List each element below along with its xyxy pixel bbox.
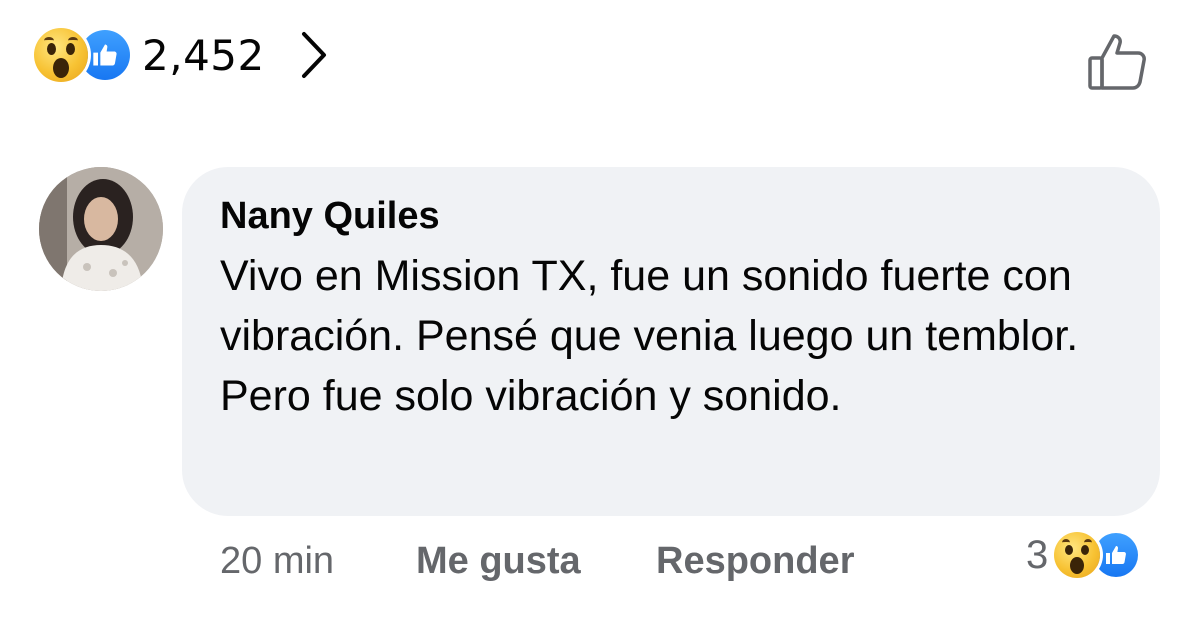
comment-timestamp[interactable]: 20 min <box>220 540 416 583</box>
like-button[interactable] <box>1082 26 1152 96</box>
reaction-count: 2,452 <box>142 30 265 80</box>
wow-reaction-icon <box>1054 532 1101 578</box>
comment-reaction-count: 3 <box>1026 532 1049 577</box>
commenter-avatar[interactable] <box>39 167 163 291</box>
thumbs-up-outline-icon <box>1088 34 1146 90</box>
comment-actions: 20 min Me gusta Responder <box>220 540 854 583</box>
post-reactions-summary[interactable]: 2,452 <box>34 28 329 82</box>
chevron-right-icon[interactable] <box>299 30 329 80</box>
comment-like-button[interactable]: Me gusta <box>416 540 656 583</box>
comment-bubble: Nany Quiles Vivo en Mission TX, fue un s… <box>182 167 1160 516</box>
comment-reactions[interactable]: 3 <box>1026 532 1139 578</box>
comment-author[interactable]: Nany Quiles <box>220 195 440 238</box>
like-reaction-icon <box>1094 533 1139 577</box>
comment-reply-button[interactable]: Responder <box>656 540 854 583</box>
wow-reaction-icon <box>34 28 88 82</box>
comment-text: Vivo en Mission TX, fue un sonido fuerte… <box>220 252 1079 420</box>
